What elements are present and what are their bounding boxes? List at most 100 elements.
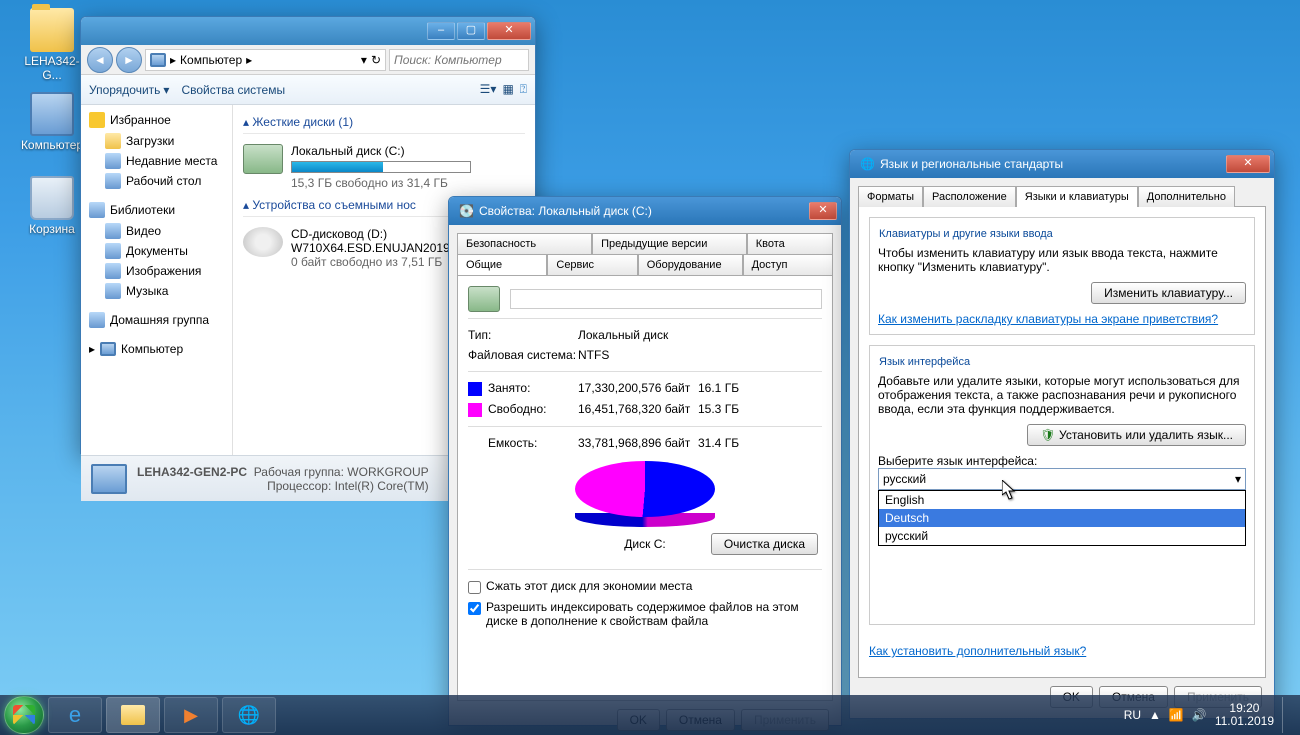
kbd-desc: Чтобы изменить клавиатуру или язык ввода… bbox=[878, 246, 1246, 274]
address-bar: ◄ ► ▸ Компьютер ▸ ▾↻ bbox=[81, 45, 535, 75]
language-dropdown-list: English Deutsch русский bbox=[878, 490, 1246, 546]
nav-libraries[interactable]: Библиотеки bbox=[81, 199, 232, 221]
nav-computer[interactable]: ▸Компьютер bbox=[81, 339, 232, 359]
folder-icon bbox=[30, 8, 74, 52]
capacity-bar bbox=[291, 161, 471, 173]
computer-icon bbox=[91, 464, 127, 494]
nav-recent[interactable]: Недавние места bbox=[81, 151, 232, 171]
kbd-group-title: Клавиатуры и другие языки ввода bbox=[876, 228, 1056, 240]
tab-quota[interactable]: Квота bbox=[747, 233, 833, 254]
preview-icon[interactable]: ▦ bbox=[502, 82, 513, 97]
search-input[interactable] bbox=[389, 49, 529, 71]
change-keyboard-button[interactable]: Изменить клавиатуру... bbox=[1091, 282, 1246, 304]
star-icon bbox=[89, 112, 105, 128]
ui-desc: Добавьте или удалите языки, которые могу… bbox=[878, 374, 1246, 416]
nav-music[interactable]: Музыка bbox=[81, 281, 232, 301]
drive-free: 15,3 ГБ свободно из 31,4 ГБ bbox=[291, 176, 525, 190]
disk-cleanup-button[interactable]: Очистка диска bbox=[711, 533, 818, 555]
used-gb: 16.1 ГБ bbox=[698, 381, 748, 396]
tab-general[interactable]: Общие bbox=[457, 254, 547, 275]
close-button[interactable]: ✕ bbox=[487, 22, 531, 40]
help-icon[interactable]: ⍰ bbox=[520, 82, 527, 97]
desktop-icon-computer[interactable]: Компьютер bbox=[18, 92, 86, 152]
free-gb: 15.3 ГБ bbox=[698, 402, 748, 417]
install-lang-help-link[interactable]: Как установить дополнительный язык? bbox=[869, 644, 1086, 658]
desktop-icon-bin[interactable]: Корзина bbox=[18, 176, 86, 236]
lang-option-deutsch[interactable]: Deutsch bbox=[879, 509, 1245, 527]
taskbar-regional[interactable]: 🌐 bbox=[222, 697, 276, 733]
capacity-bytes: 33,781,968,896 байт bbox=[578, 436, 698, 450]
lang-titlebar[interactable]: 🌐Язык и региональные стандарты ✕ bbox=[850, 150, 1274, 178]
language-dropdown[interactable]: русский▾ bbox=[878, 468, 1246, 490]
breadcrumb-item[interactable]: Компьютер bbox=[180, 53, 242, 67]
nav-documents[interactable]: Документы bbox=[81, 241, 232, 261]
desktop-icon-label: Компьютер bbox=[18, 138, 86, 152]
folder-icon bbox=[121, 705, 145, 725]
hdd-icon: 💽 bbox=[459, 204, 474, 218]
disk-properties-dialog: 💽Свойства: Локальный диск (C:) ✕ Безопас… bbox=[448, 196, 842, 726]
navigation-pane: Избранное Загрузки Недавние места Рабочи… bbox=[81, 105, 233, 455]
install-language-button[interactable]: 🛡 Установить или удалить язык... bbox=[1027, 424, 1246, 446]
capacity-gb: 31.4 ГБ bbox=[698, 436, 748, 450]
volume-label-input[interactable] bbox=[510, 289, 822, 309]
organize-menu[interactable]: Упорядочить ▾ bbox=[89, 83, 169, 97]
nav-downloads[interactable]: Загрузки bbox=[81, 131, 232, 151]
nav-desktop[interactable]: Рабочий стол bbox=[81, 171, 232, 191]
maximize-button[interactable]: ▢ bbox=[457, 22, 485, 40]
tray-clock[interactable]: 19:20 11.01.2019 bbox=[1215, 702, 1274, 728]
desktop-icon-folder[interactable]: LEHA342-G... bbox=[18, 8, 86, 82]
nav-videos[interactable]: Видео bbox=[81, 221, 232, 241]
system-tray: RU ▲ 📶 🔊 19:20 11.01.2019 bbox=[1124, 697, 1296, 733]
show-desktop-button[interactable] bbox=[1282, 697, 1290, 733]
nav-favorites[interactable]: Избранное bbox=[81, 109, 232, 131]
libraries-icon bbox=[89, 202, 105, 218]
taskbar-explorer[interactable] bbox=[106, 697, 160, 733]
drive-c[interactable]: Локальный диск (C:) 15,3 ГБ свободно из … bbox=[243, 140, 525, 194]
tray-network-icon[interactable]: 📶 bbox=[1169, 708, 1184, 722]
tab-security[interactable]: Безопасность bbox=[457, 233, 592, 254]
breadcrumb[interactable]: ▸ Компьютер ▸ ▾↻ bbox=[145, 49, 386, 71]
back-button[interactable]: ◄ bbox=[87, 47, 113, 73]
kbd-layout-help-link[interactable]: Как изменить раскладку клавиатуры на экр… bbox=[878, 312, 1246, 326]
close-button[interactable]: ✕ bbox=[1226, 155, 1270, 173]
recycle-bin-icon bbox=[30, 176, 74, 220]
section-hard-disks[interactable]: ▴ Жесткие диски (1) bbox=[243, 111, 525, 134]
tab-keyboards[interactable]: Языки и клавиатуры bbox=[1016, 186, 1138, 207]
tab-sharing[interactable]: Доступ bbox=[743, 254, 833, 275]
minimize-button[interactable]: – bbox=[427, 22, 455, 40]
tray-flag-icon[interactable]: ▲ bbox=[1149, 708, 1161, 722]
hdd-icon bbox=[243, 144, 283, 174]
nav-homegroup[interactable]: Домашняя группа bbox=[81, 309, 232, 331]
lang-option-russian[interactable]: русский bbox=[879, 527, 1245, 545]
tab-advanced[interactable]: Дополнительно bbox=[1138, 186, 1235, 207]
globe-icon: 🌐 bbox=[860, 157, 875, 171]
explorer-toolbar: Упорядочить ▾ Свойства системы ☰▾ ▦ ⍰ bbox=[81, 75, 535, 105]
drive-name: Локальный диск (C:) bbox=[291, 144, 525, 158]
close-button[interactable]: ✕ bbox=[809, 202, 837, 220]
explorer-titlebar[interactable]: – ▢ ✕ bbox=[81, 17, 535, 45]
system-properties-button[interactable]: Свойства системы bbox=[181, 83, 285, 97]
tray-volume-icon[interactable]: 🔊 bbox=[1192, 708, 1207, 722]
start-button[interactable] bbox=[4, 696, 44, 734]
tab-tools[interactable]: Сервис bbox=[547, 254, 637, 275]
nav-pictures[interactable]: Изображения bbox=[81, 261, 232, 281]
index-checkbox[interactable]: Разрешить индексировать содержимое файло… bbox=[468, 597, 822, 631]
tab-formats[interactable]: Форматы bbox=[858, 186, 923, 207]
tab-location[interactable]: Расположение bbox=[923, 186, 1016, 207]
pictures-icon bbox=[105, 263, 121, 279]
lang-option-english[interactable]: English bbox=[879, 491, 1245, 509]
compress-checkbox[interactable]: Сжать этот диск для экономии места bbox=[468, 576, 822, 597]
tab-hardware[interactable]: Оборудование bbox=[638, 254, 743, 275]
chevron-down-icon: ▾ bbox=[1235, 472, 1241, 486]
taskbar-mediaplayer[interactable]: ▶ bbox=[164, 697, 218, 733]
taskbar-ie[interactable]: e bbox=[48, 697, 102, 733]
free-color-icon bbox=[468, 403, 482, 417]
filesystem: NTFS bbox=[578, 348, 822, 362]
recent-icon bbox=[105, 153, 121, 169]
tray-lang[interactable]: RU bbox=[1124, 708, 1141, 722]
forward-button[interactable]: ► bbox=[116, 47, 142, 73]
tab-prev-versions[interactable]: Предыдущие версии bbox=[592, 233, 747, 254]
view-icon[interactable]: ☰▾ bbox=[480, 82, 497, 97]
props-titlebar[interactable]: 💽Свойства: Локальный диск (C:) ✕ bbox=[449, 197, 841, 225]
ui-group-title: Язык интерфейса bbox=[876, 356, 973, 368]
